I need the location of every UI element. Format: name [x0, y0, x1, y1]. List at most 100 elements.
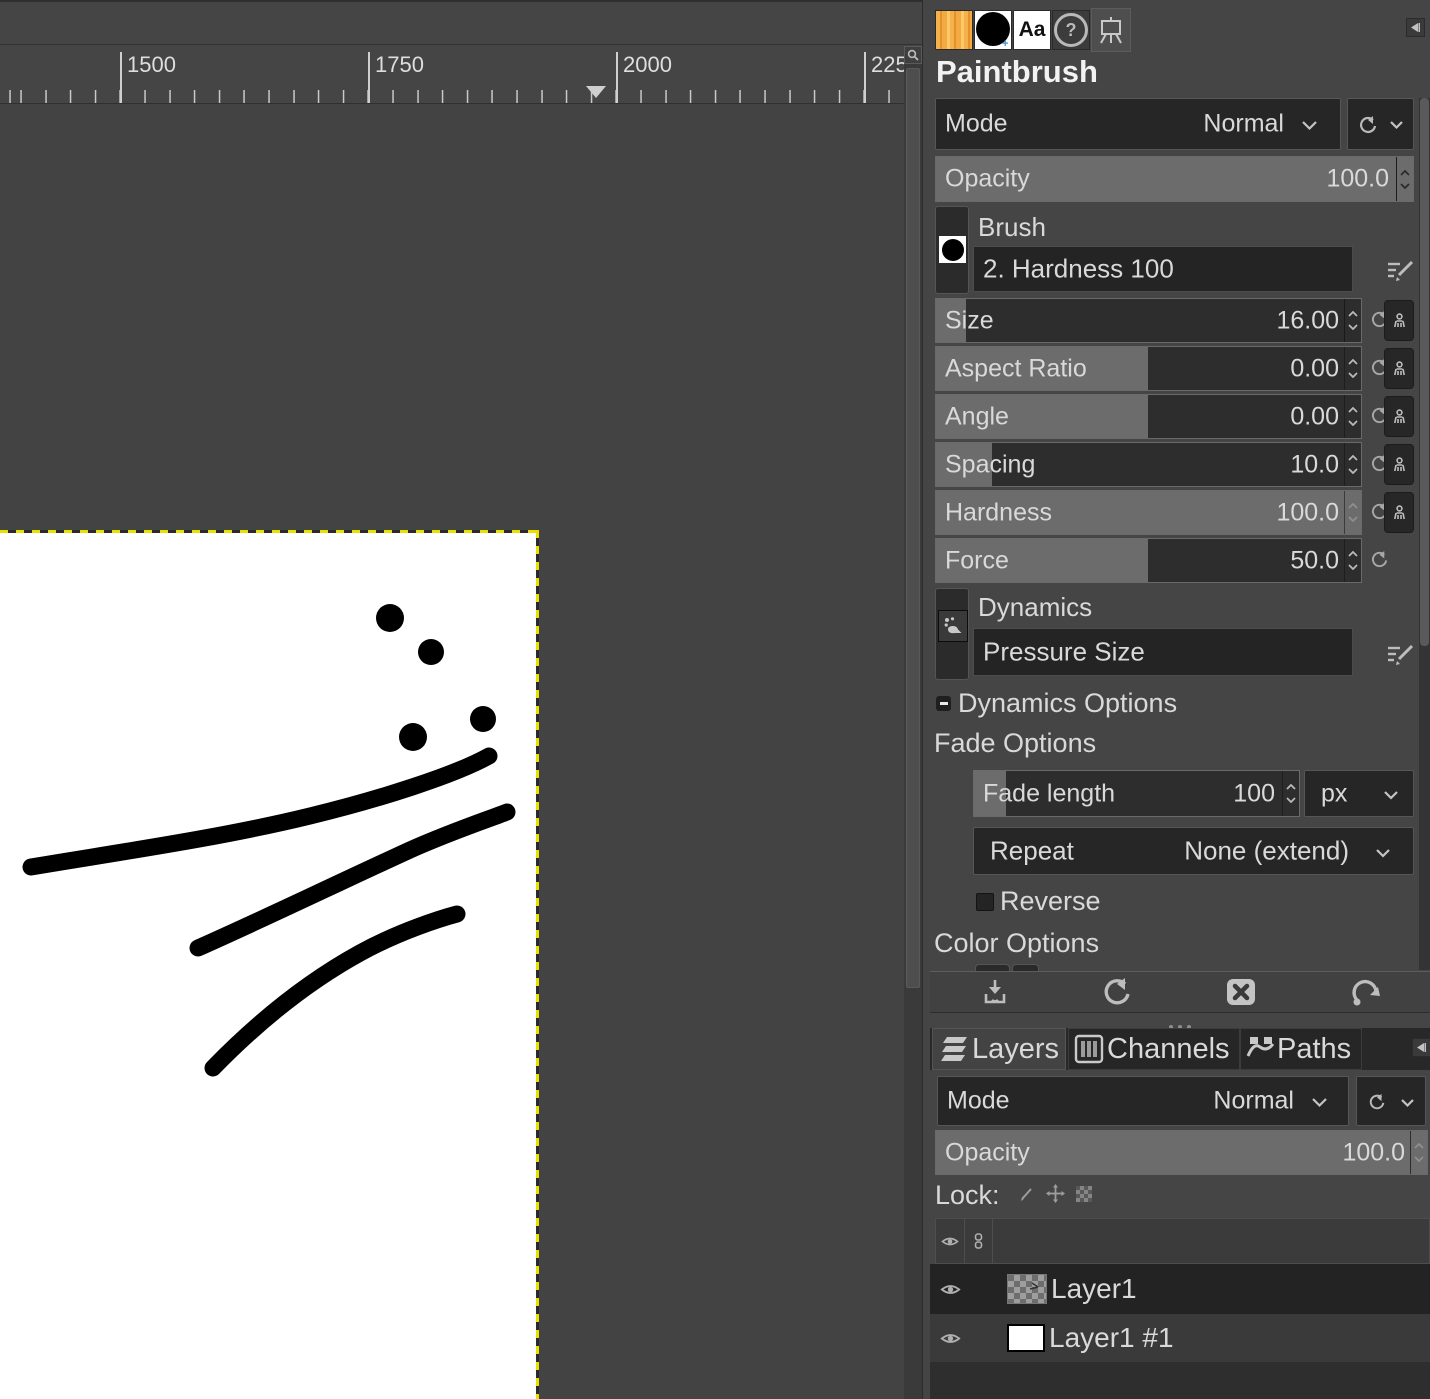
- dynamics-preview-button[interactable]: [935, 588, 969, 680]
- reset-icon[interactable]: [1368, 1093, 1386, 1111]
- reset-icon[interactable]: [1370, 550, 1389, 569]
- size-slider[interactable]: Size 16.00: [935, 298, 1362, 343]
- angle-slider[interactable]: Angle 0.00: [935, 394, 1362, 439]
- stylus-link-icon: [1393, 457, 1406, 473]
- spin-down-icon[interactable]: [1347, 371, 1359, 378]
- spin-up-icon[interactable]: [1285, 784, 1297, 791]
- layer-row-selected[interactable]: Layer1: [930, 1264, 1430, 1314]
- tab-tool-options[interactable]: [1091, 8, 1131, 52]
- spacing-slider[interactable]: Spacing 10.0: [935, 442, 1362, 487]
- spin-down-icon[interactable]: [1413, 1155, 1425, 1162]
- eye-icon[interactable]: [940, 1282, 961, 1297]
- canvas-viewport[interactable]: [0, 104, 904, 1399]
- mode-reset-group[interactable]: [1347, 98, 1414, 150]
- layer-mode-dropdown[interactable]: Mode Normal: [937, 1076, 1349, 1126]
- scrollbar-thumb[interactable]: [906, 68, 920, 988]
- lock-pixels-icon[interactable]: [1018, 1185, 1036, 1203]
- reset-tool-options-icon[interactable]: [1350, 977, 1380, 1007]
- save-tool-preset-icon[interactable]: [980, 978, 1010, 1006]
- dock-menu-button[interactable]: [1406, 18, 1425, 37]
- layer-opacity-slider[interactable]: Opacity 100.0: [935, 1130, 1428, 1175]
- spinner-buttons[interactable]: [1344, 539, 1361, 582]
- aspect-ratio-slider[interactable]: Aspect Ratio 0.00: [935, 346, 1362, 391]
- link-to-default-button[interactable]: [1384, 348, 1414, 389]
- paint-mode-dropdown[interactable]: Mode Normal: [935, 98, 1341, 150]
- dynamics-options-label[interactable]: Dynamics Options: [958, 688, 1177, 719]
- link-to-default-button[interactable]: [1384, 300, 1414, 341]
- spin-up-icon[interactable]: [1347, 359, 1359, 366]
- spin-up-icon[interactable]: [1399, 170, 1411, 177]
- tab-channels[interactable]: Channels: [1068, 1028, 1240, 1070]
- spinner-buttons[interactable]: [1344, 395, 1361, 438]
- spinner-buttons[interactable]: [1344, 347, 1361, 390]
- spinner-buttons[interactable]: [1344, 443, 1361, 486]
- layer-name[interactable]: Layer1: [1051, 1273, 1137, 1305]
- link-column-header[interactable]: [965, 1219, 993, 1263]
- layers-dock-menu-button[interactable]: [1412, 1038, 1430, 1057]
- spin-down-icon[interactable]: [1347, 323, 1359, 330]
- spinner-buttons[interactable]: [1410, 1131, 1427, 1174]
- restore-tool-preset-icon[interactable]: [1102, 977, 1132, 1007]
- spin-down-icon[interactable]: [1285, 796, 1297, 803]
- tab-brushes[interactable]: +: [974, 10, 1012, 50]
- brush-name-box[interactable]: 2. Hardness 100: [973, 246, 1353, 292]
- spinner-buttons[interactable]: [1282, 771, 1299, 816]
- visibility-column-header[interactable]: [936, 1219, 965, 1263]
- repeat-dropdown[interactable]: Repeat None (extend): [973, 827, 1414, 875]
- tab-layers[interactable]: Layers: [932, 1028, 1066, 1070]
- spin-up-icon[interactable]: [1347, 455, 1359, 462]
- reverse-checkbox[interactable]: [976, 893, 994, 911]
- spinner-buttons[interactable]: [1344, 299, 1361, 342]
- spin-up-icon[interactable]: [1347, 311, 1359, 318]
- chevron-down-icon[interactable]: [1400, 1098, 1415, 1108]
- tool-options-scrollbar[interactable]: [1419, 98, 1430, 970]
- link-to-default-button[interactable]: [1384, 444, 1414, 485]
- lock-alpha-icon[interactable]: [1076, 1186, 1092, 1202]
- force-slider[interactable]: Force 50.0: [935, 538, 1362, 583]
- layer-mode-reset-group[interactable]: [1356, 1076, 1426, 1126]
- delete-tool-preset-icon[interactable]: [1226, 977, 1256, 1007]
- fade-length-slider[interactable]: Fade length 100: [973, 770, 1300, 817]
- edit-brush-icon[interactable]: [1386, 258, 1414, 284]
- reverse-label[interactable]: Reverse: [1000, 886, 1101, 917]
- spinner-buttons[interactable]: [1396, 157, 1413, 201]
- eye-icon[interactable]: [940, 1331, 961, 1346]
- spinner-buttons[interactable]: [1344, 491, 1361, 534]
- edit-dynamics-icon[interactable]: [1386, 642, 1414, 668]
- lock-position-icon[interactable]: [1046, 1184, 1065, 1203]
- dock-divider[interactable]: [922, 0, 930, 1399]
- tab-patterns[interactable]: [935, 10, 973, 50]
- spin-up-icon[interactable]: [1347, 503, 1359, 510]
- chevron-down-icon: [1301, 120, 1318, 131]
- spin-down-icon[interactable]: [1347, 419, 1359, 426]
- spin-up-icon[interactable]: [1347, 551, 1359, 558]
- tab-help[interactable]: ?: [1052, 10, 1090, 50]
- spin-up-icon[interactable]: [1413, 1143, 1425, 1150]
- layer-row[interactable]: Layer1 #1: [930, 1314, 1430, 1362]
- dynamics-name-box[interactable]: Pressure Size: [973, 628, 1353, 676]
- canvas-vertical-scrollbar[interactable]: [904, 64, 922, 1399]
- opacity-slider[interactable]: Opacity 100.0: [935, 156, 1414, 202]
- layer-thumbnail[interactable]: [1007, 1274, 1047, 1304]
- hardness-slider[interactable]: Hardness 100.0: [935, 490, 1362, 535]
- tab-paths[interactable]: Paths: [1240, 1028, 1362, 1070]
- fade-unit-dropdown[interactable]: px: [1304, 770, 1414, 817]
- link-to-default-button[interactable]: [1384, 492, 1414, 533]
- scrollbar-thumb[interactable]: [1420, 98, 1429, 646]
- link-to-default-button[interactable]: [1384, 396, 1414, 437]
- spin-down-icon[interactable]: [1399, 182, 1411, 189]
- reset-icon[interactable]: [1358, 115, 1378, 135]
- spin-up-icon[interactable]: [1347, 407, 1359, 414]
- stylus-link-icon: [1393, 505, 1406, 521]
- horizontal-ruler[interactable]: 1500 1750 2000 2250: [0, 46, 904, 104]
- zoom-follow-button[interactable]: [904, 46, 922, 64]
- brush-preview-button[interactable]: [935, 206, 969, 294]
- layer-name[interactable]: Layer1 #1: [1049, 1322, 1174, 1354]
- layer-thumbnail[interactable]: [1007, 1324, 1045, 1352]
- spin-down-icon[interactable]: [1347, 467, 1359, 474]
- spin-down-icon[interactable]: [1347, 563, 1359, 570]
- spin-down-icon[interactable]: [1347, 515, 1359, 522]
- dynamics-options-expander[interactable]: [936, 696, 951, 711]
- chevron-down-icon[interactable]: [1389, 120, 1404, 130]
- tab-fonts[interactable]: Aa: [1013, 10, 1051, 50]
